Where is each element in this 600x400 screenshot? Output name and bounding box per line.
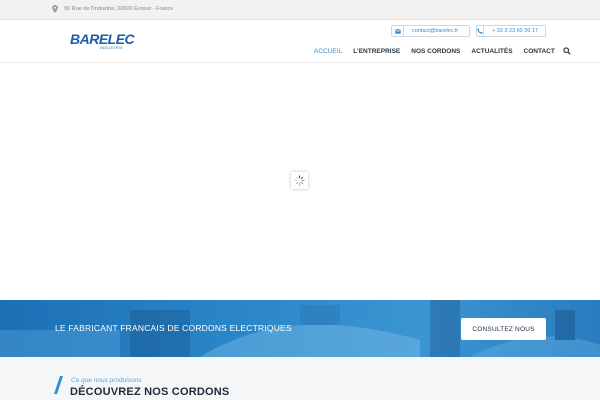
loading-spinner — [291, 172, 308, 189]
address-block: 90 Rue de l'Industrie, 02600 Évreux - Fr… — [52, 5, 173, 13]
logo[interactable]: BARELEC INDUSTRIE — [70, 31, 135, 53]
nav-item-entreprise[interactable]: L'ENTREPRISE — [353, 48, 400, 55]
site-header: BARELEC INDUSTRIE contact@barelec.fr + 3… — [0, 20, 600, 63]
nav-item-nos-cordons[interactable]: NOS CORDONS — [411, 48, 460, 55]
section-title: DÉCOUVREZ NOS CORDONS — [70, 386, 230, 398]
envelope-icon — [392, 26, 404, 36]
phone-text: + 33 3 23 60 30 17 — [492, 28, 539, 34]
email-text: contact@barelec.fr — [412, 28, 459, 34]
spinner-icon — [294, 175, 305, 186]
email-link[interactable]: contact@barelec.fr — [391, 25, 470, 37]
slash-decoration-icon — [54, 376, 63, 394]
consult-us-button[interactable]: CONSULTEZ NOUS — [461, 318, 546, 340]
phone-link[interactable]: + 33 3 23 60 30 17 — [476, 25, 546, 37]
main-nav: ACCUEIL L'ENTREPRISE NOS CORDONS ACTUALI… — [314, 46, 571, 56]
nav-item-contact[interactable]: CONTACT — [524, 48, 555, 55]
banner-headline: LE FABRICANT FRANCAIS DE CORDONS ELECTRI… — [55, 323, 292, 333]
hero-slider — [0, 63, 600, 300]
nav-item-accueil[interactable]: ACCUEIL — [314, 48, 342, 55]
map-pin-icon — [52, 5, 58, 13]
cta-banner: LE FABRICANT FRANCAIS DE CORDONS ELECTRI… — [0, 300, 600, 357]
search-icon[interactable] — [563, 47, 571, 55]
products-section: Ce que nous produisons DÉCOUVREZ NOS COR… — [0, 357, 600, 400]
logo-text: BARELEC — [70, 31, 135, 47]
phone-icon — [477, 26, 484, 36]
nav-item-actualites[interactable]: ACTUALITÉS — [471, 48, 512, 55]
section-subtitle: Ce que nous produisons — [71, 377, 142, 384]
top-info-bar: 90 Rue de l'Industrie, 02600 Évreux - Fr… — [0, 0, 600, 20]
address-text: 90 Rue de l'Industrie, 02600 Évreux - Fr… — [64, 6, 174, 12]
logo-subtext: INDUSTRIE — [100, 46, 124, 50]
